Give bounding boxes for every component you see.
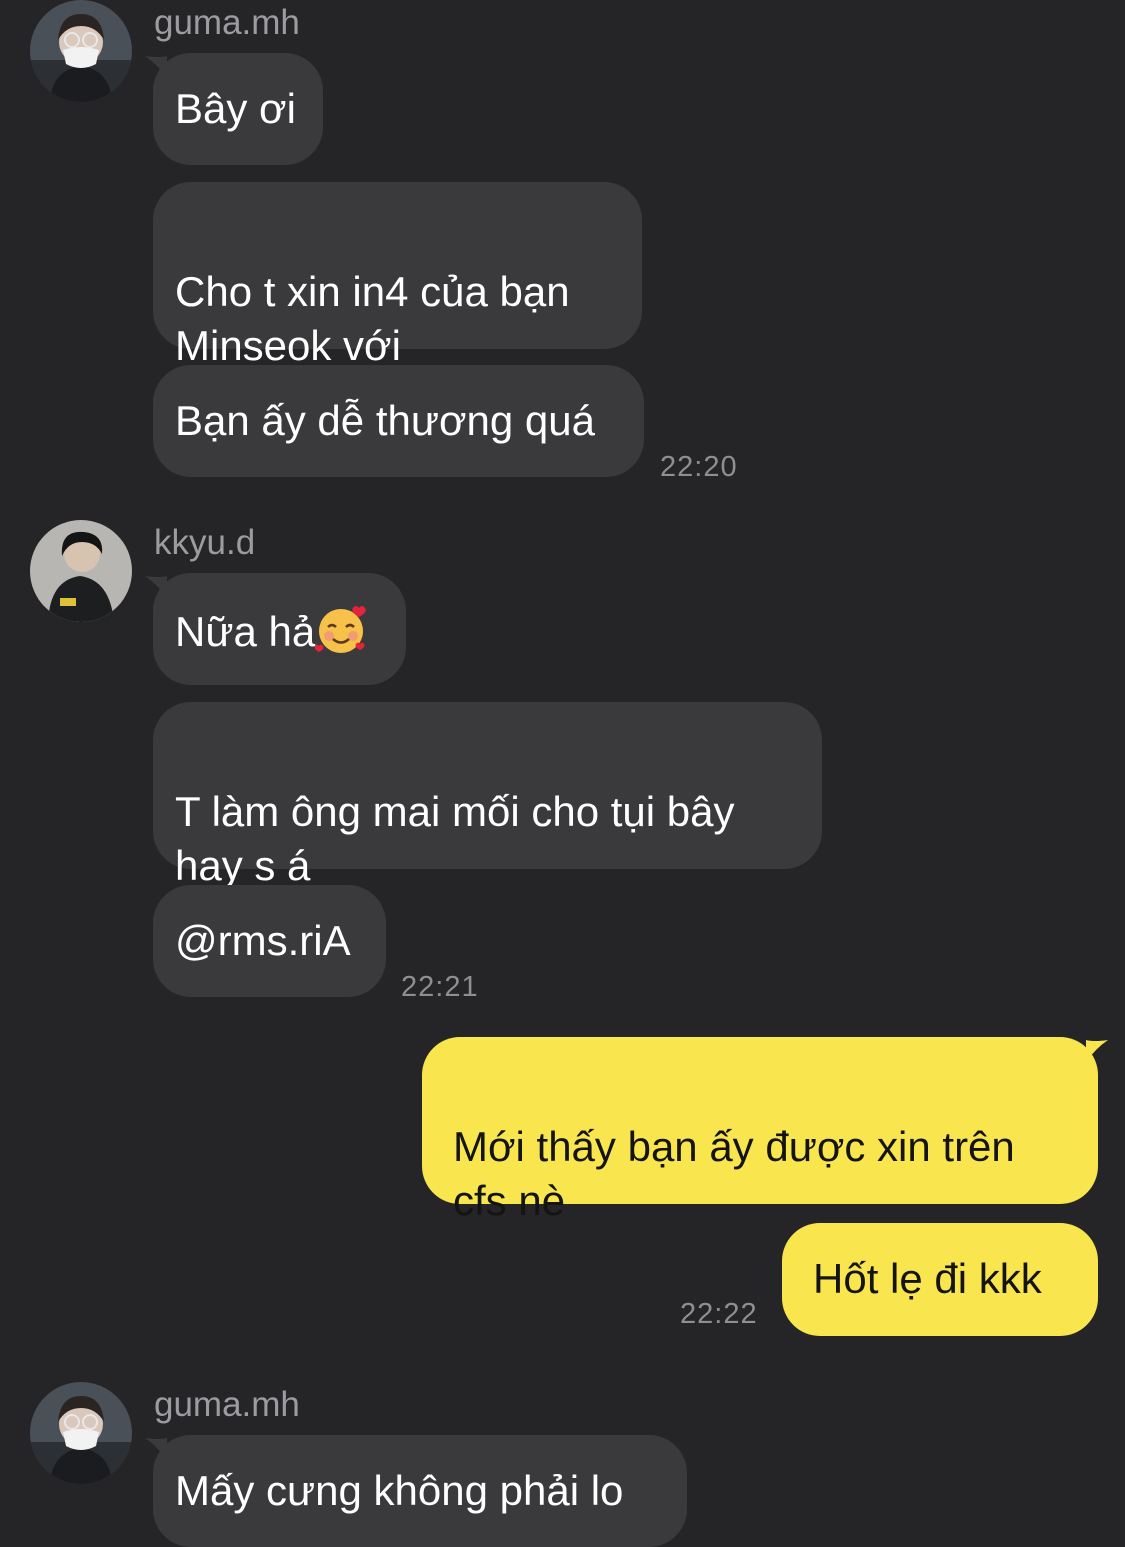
bubble-tail [145, 576, 167, 598]
message-bubble[interactable]: @rms.riA [153, 885, 386, 997]
message-text: T làm ông mai mối cho tụi bây hay s á [175, 788, 735, 889]
timestamp: 22:22 [680, 1298, 758, 1330]
sender-name: guma.mh [154, 1385, 300, 1424]
message-text: Cho t xin in4 của bạn Minseok với [175, 268, 570, 369]
message-text: @rms.riA [175, 917, 351, 964]
avatar[interactable] [30, 0, 132, 102]
message-text: Hốt lẹ đi kkk [813, 1255, 1042, 1302]
sender-name: kkyu.d [154, 523, 256, 562]
message-bubble[interactable]: Bạn ấy dễ thương quá [153, 365, 644, 477]
message-text: Mới thấy bạn ấy được xin trên cfs nè [453, 1123, 1015, 1224]
bubble-tail [145, 56, 167, 78]
message-bubble[interactable]: Hốt lẹ đi kkk [782, 1223, 1098, 1336]
smiling-face-with-hearts-icon [315, 606, 366, 653]
message-text: Bạn ấy dễ thương quá [175, 397, 595, 444]
avatar[interactable] [30, 520, 132, 622]
message-text: Mấy cưng không phải lo [175, 1467, 624, 1514]
message-text: Nữa hả [175, 608, 316, 655]
timestamp: 22:21 [401, 971, 479, 1003]
message-bubble[interactable]: Mấy cưng không phải lo [153, 1435, 687, 1547]
sender-name: guma.mh [154, 3, 300, 42]
message-bubble[interactable]: Bây ơi [153, 53, 323, 165]
timestamp: 22:20 [660, 451, 738, 483]
message-text: Bây ơi [175, 85, 296, 132]
message-bubble[interactable]: Nữa hả [153, 573, 406, 685]
message-bubble[interactable]: Cho t xin in4 của bạn Minseok với [153, 182, 642, 369]
message-bubble[interactable]: Mới thấy bạn ấy được xin trên cfs nè [422, 1037, 1098, 1224]
bubble-tail [1086, 1040, 1108, 1062]
bubble-tail [145, 1438, 167, 1460]
avatar[interactable] [30, 1382, 132, 1484]
message-bubble[interactable]: T làm ông mai mối cho tụi bây hay s á [153, 702, 822, 889]
